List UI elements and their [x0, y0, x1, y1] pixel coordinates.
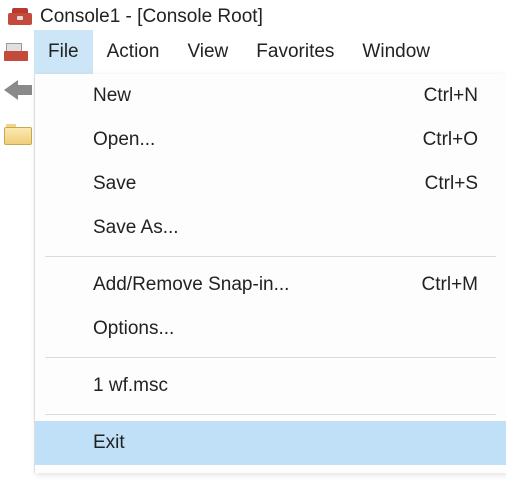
menu-window[interactable]: Window [348, 30, 444, 74]
file-recent-1-label: 1 wf.msc [93, 375, 168, 397]
menubar-row: File Action View Favorites Window [0, 30, 506, 74]
file-exit-label: Exit [93, 432, 125, 454]
client-area: New Ctrl+N Open... Ctrl+O Save Ctrl+S Sa… [0, 74, 506, 503]
menu-favorites[interactable]: Favorites [242, 30, 348, 74]
file-save-as[interactable]: Save As... [35, 206, 506, 250]
file-open-shortcut: Ctrl+O [423, 129, 478, 151]
folder-icon[interactable] [4, 124, 32, 146]
toolbar-column [4, 78, 32, 146]
file-new[interactable]: New Ctrl+N [35, 74, 506, 118]
menu-separator [45, 357, 496, 358]
file-new-shortcut: Ctrl+N [424, 85, 478, 107]
file-exit[interactable]: Exit [35, 421, 506, 465]
menubar: File Action View Favorites Window [34, 30, 444, 74]
menu-action[interactable]: Action [93, 30, 174, 74]
menu-file[interactable]: File [34, 30, 93, 74]
toolbox-icon [8, 8, 32, 26]
menu-window-label: Window [362, 41, 430, 63]
menu-separator [45, 414, 496, 415]
console-doc-icon [4, 43, 28, 61]
window-title: Console1 - [Console Root] [40, 6, 263, 28]
mmc-window: Console1 - [Console Root] File Action Vi… [0, 0, 506, 503]
file-recent-1[interactable]: 1 wf.msc [35, 364, 506, 408]
file-save-label: Save [93, 173, 136, 195]
file-open[interactable]: Open... Ctrl+O [35, 118, 506, 162]
file-save-shortcut: Ctrl+S [425, 173, 478, 195]
file-options[interactable]: Options... [35, 307, 506, 351]
menu-file-label: File [48, 41, 79, 63]
menu-separator [45, 256, 496, 257]
file-add-remove-label: Add/Remove Snap-in... [93, 274, 289, 296]
menu-view-label: View [187, 41, 228, 63]
file-add-remove-shortcut: Ctrl+M [422, 274, 478, 296]
menu-action-label: Action [107, 41, 160, 63]
file-open-label: Open... [93, 129, 155, 151]
file-dropdown: New Ctrl+N Open... Ctrl+O Save Ctrl+S Sa… [34, 74, 506, 473]
menu-favorites-label: Favorites [256, 41, 334, 63]
back-arrow-icon[interactable] [4, 78, 32, 102]
file-options-label: Options... [93, 318, 174, 340]
menu-view[interactable]: View [173, 30, 242, 74]
file-new-label: New [93, 85, 131, 107]
titlebar: Console1 - [Console Root] [0, 0, 506, 30]
file-save[interactable]: Save Ctrl+S [35, 162, 506, 206]
file-add-remove-snapin[interactable]: Add/Remove Snap-in... Ctrl+M [35, 263, 506, 307]
file-save-as-label: Save As... [93, 217, 179, 239]
